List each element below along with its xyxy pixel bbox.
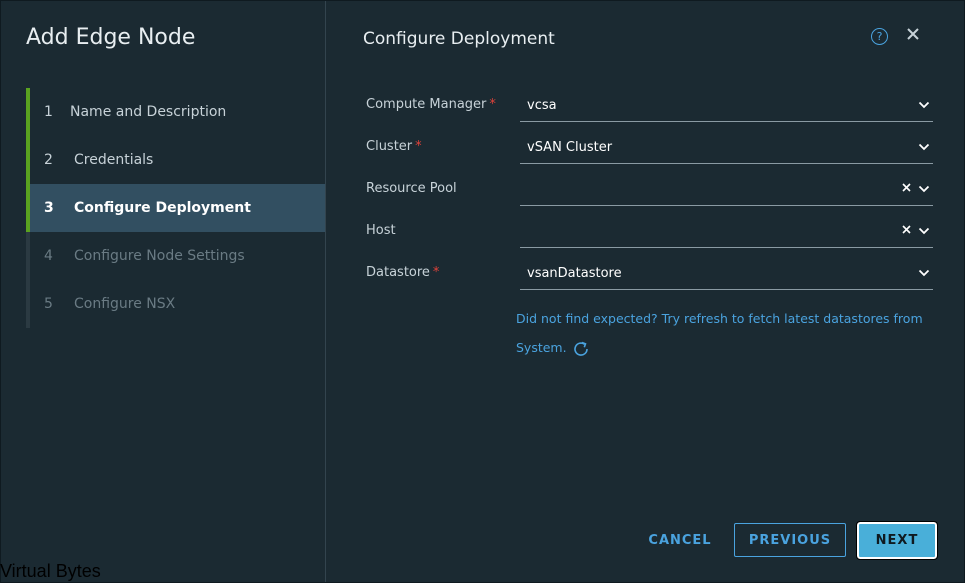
resource-pool-label: Resource Pool: [366, 181, 457, 196]
cluster-select[interactable]: vSAN Cluster: [520, 131, 933, 164]
chevron-down-icon: [918, 269, 930, 277]
cluster-row: Cluster * vSAN Cluster: [366, 131, 933, 165]
step-number: 1: [44, 104, 53, 120]
host-select[interactable]: [520, 215, 933, 248]
datastore-select[interactable]: vsanDatastore: [520, 257, 933, 290]
close-icon[interactable]: [904, 25, 922, 43]
wizard-step-configure-nsx: 5 Configure NSX: [26, 280, 325, 328]
host-label: Host: [366, 223, 396, 238]
step-number: 2: [44, 152, 53, 168]
cancel-button[interactable]: CANCEL: [641, 523, 719, 557]
step-label: Configure Node Settings: [74, 248, 245, 264]
refresh-hint: Did not find expected? Try refresh to fe…: [516, 304, 926, 362]
step-label: Name and Description: [70, 104, 227, 120]
chevron-down-icon: [918, 143, 930, 151]
chevron-down-icon: [918, 185, 930, 193]
host-row: Host: [366, 215, 933, 249]
resource-pool-row: Resource Pool: [366, 173, 933, 207]
compute-manager-row: Compute Manager * vcsa: [366, 89, 933, 123]
compute-manager-label: Compute Manager *: [366, 97, 496, 112]
clear-icon[interactable]: [902, 225, 911, 234]
wizard-sidebar: Add Edge Node 1 Name and Description 2 C…: [1, 1, 326, 582]
cluster-label: Cluster *: [366, 139, 422, 154]
wizard-steps: 1 Name and Description 2 Credentials 3 C…: [26, 88, 325, 328]
required-marker: *: [432, 265, 440, 280]
next-button[interactable]: NEXT: [856, 521, 938, 560]
clear-icon[interactable]: [902, 183, 911, 192]
datastore-value: vsanDatastore: [527, 266, 622, 281]
datastore-label: Datastore *: [366, 265, 440, 280]
required-marker: *: [415, 139, 422, 154]
step-number: 3: [44, 200, 54, 216]
cluster-value: vSAN Cluster: [527, 140, 613, 155]
wizard-title: Add Edge Node: [26, 25, 196, 50]
step-label: Credentials: [74, 152, 154, 168]
resource-pool-select[interactable]: [520, 173, 933, 206]
compute-manager-select[interactable]: vcsa: [520, 89, 933, 122]
refresh-icon[interactable]: [571, 339, 591, 359]
previous-button[interactable]: PREVIOUS: [734, 523, 846, 557]
help-icon[interactable]: ?: [871, 28, 888, 45]
step-number: 4: [44, 248, 53, 264]
wizard-step-name-and-description[interactable]: 1 Name and Description: [26, 88, 325, 136]
wizard-step-configure-deployment[interactable]: 3 Configure Deployment: [26, 184, 325, 232]
compute-manager-value: vcsa: [527, 98, 557, 113]
step-number: 5: [44, 296, 53, 312]
chevron-down-icon: [918, 101, 930, 109]
step-label: Configure NSX: [74, 296, 176, 312]
datastore-row: Datastore * vsanDatastore: [366, 257, 933, 291]
step-label: Configure Deployment: [74, 200, 251, 216]
page-title: Configure Deployment: [363, 29, 555, 49]
watermark-text: Virtual Bytes: [0, 561, 101, 581]
wizard-step-credentials[interactable]: 2 Credentials: [26, 136, 325, 184]
required-marker: *: [489, 97, 496, 112]
wizard-step-configure-node-settings: 4 Configure Node Settings: [26, 232, 325, 280]
add-edge-node-dialog: Add Edge Node 1 Name and Description 2 C…: [0, 0, 965, 583]
chevron-down-icon: [918, 227, 930, 235]
